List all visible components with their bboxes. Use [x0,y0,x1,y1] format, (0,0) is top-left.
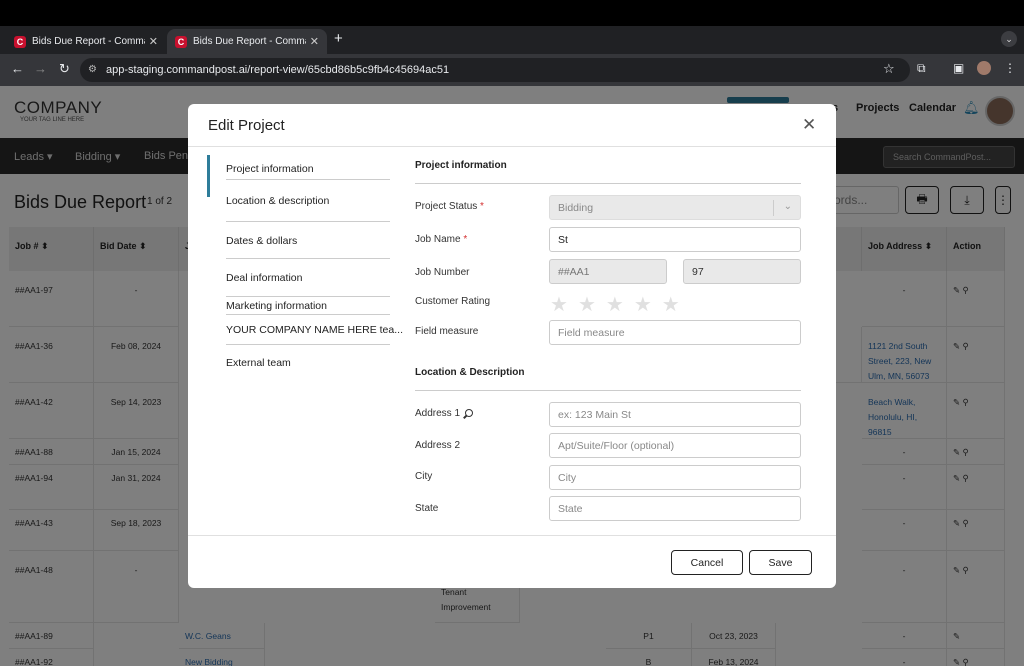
close-tab-icon[interactable]: ✕ [310,35,319,48]
job-number-label: Job Number [415,267,470,278]
project-status-label: Project Status * [415,201,484,212]
divider [226,221,390,222]
address-bar-row: ← → ↻ ⚙ app-staging.commandpost.ai/repor… [0,54,1024,86]
customer-rating-stars[interactable]: ★★★★★ [550,292,690,317]
star-icon[interactable]: ★ [606,294,634,316]
sidebar-item-dates-dollars[interactable]: Dates & dollars [226,235,297,247]
divider [226,296,390,297]
star-icon[interactable]: ★ [550,294,578,316]
tab-title: Bids Due Report - CommandP [193,36,306,47]
close-tab-icon[interactable]: ✕ [149,35,158,48]
address1-label: Address 1 [415,408,473,419]
back-icon[interactable]: ← [11,62,24,76]
reload-icon[interactable]: ↻ [59,62,70,76]
star-icon[interactable]: ★ [578,294,606,316]
sidebar-item-external-team[interactable]: External team [226,357,291,369]
city-input[interactable] [549,465,801,490]
tab-search-icon[interactable]: ⌄ [1001,31,1017,47]
job-name-input[interactable] [549,227,801,252]
divider [415,183,801,184]
divider [226,314,390,315]
job-name-label: Job Name * [415,234,468,245]
browser-menu-icon[interactable]: ⋮ [1004,61,1016,75]
extensions-icon[interactable]: ⧉ [917,61,926,76]
customer-rating-label: Customer Rating [415,296,491,307]
section-heading-project-information: Project information [415,160,507,171]
project-status-value: Bidding [558,201,594,214]
tab-strip: C Bids Due Report - CommandP ✕ C Bids Du… [0,26,1024,54]
sidebar-item-deal-information[interactable]: Deal information [226,272,302,284]
required-mark: * [480,201,484,212]
divider [415,390,801,391]
divider [188,535,836,536]
new-tab-icon[interactable]: + [334,30,343,47]
chevron-down-icon: ⌄ [783,201,792,212]
sidebar-item-project-information[interactable]: Project information [226,163,314,175]
browser-tab[interactable]: C Bids Due Report - CommandP ✕ [6,29,166,54]
job-number-prefix-input [549,259,667,284]
star-icon[interactable]: ★ [634,294,662,316]
project-status-select[interactable]: Bidding ⌄ [549,195,801,220]
required-mark: * [463,234,468,245]
sidebar-item-company-team[interactable]: YOUR COMPANY NAME HERE tea... [226,324,403,336]
close-icon[interactable]: ✕ [802,115,816,135]
url-field[interactable]: ⚙ app-staging.commandpost.ai/report-view… [80,58,910,82]
city-label: City [415,471,433,482]
address2-input[interactable] [549,433,801,458]
field-measure-input[interactable] [549,320,801,345]
sidebar-item-location-description[interactable]: Location & description [226,195,329,207]
cancel-button[interactable]: Cancel [671,550,743,575]
commandpost-favicon-icon: C [175,35,187,48]
section-heading-location-description: Location & Description [415,367,525,378]
state-label: State [415,503,439,514]
select-separator [773,200,774,216]
save-button[interactable]: Save [749,550,812,575]
bookmark-star-icon[interactable]: ☆ [883,61,895,77]
field-measure-label: Field measure [415,326,479,337]
search-icon [464,409,473,417]
divider [226,344,390,345]
active-section-indicator [207,155,210,197]
commandpost-favicon-icon: C [14,35,26,48]
window-top-bar [0,0,1024,26]
divider [226,258,390,259]
state-input[interactable] [549,496,801,521]
url-text: app-staging.commandpost.ai/report-view/6… [106,64,450,76]
edit-project-modal: Edit Project ✕ Project information Locat… [188,104,836,588]
tab-title: Bids Due Report - CommandP [32,36,145,47]
divider [226,179,390,180]
profile-avatar[interactable] [977,61,991,75]
address1-input[interactable] [549,402,801,427]
modal-title: Edit Project [208,117,285,134]
star-icon[interactable]: ★ [662,294,690,316]
browser-tab-active[interactable]: C Bids Due Report - CommandP ✕ [167,29,327,54]
divider [188,146,836,147]
sidebar-item-marketing-information[interactable]: Marketing information [226,300,327,312]
side-panel-icon[interactable]: ▣ [953,61,964,75]
forward-icon[interactable]: → [34,62,47,76]
site-info-icon[interactable]: ⚙ [88,64,97,75]
address2-label: Address 2 [415,440,461,451]
job-number-input[interactable] [683,259,801,284]
